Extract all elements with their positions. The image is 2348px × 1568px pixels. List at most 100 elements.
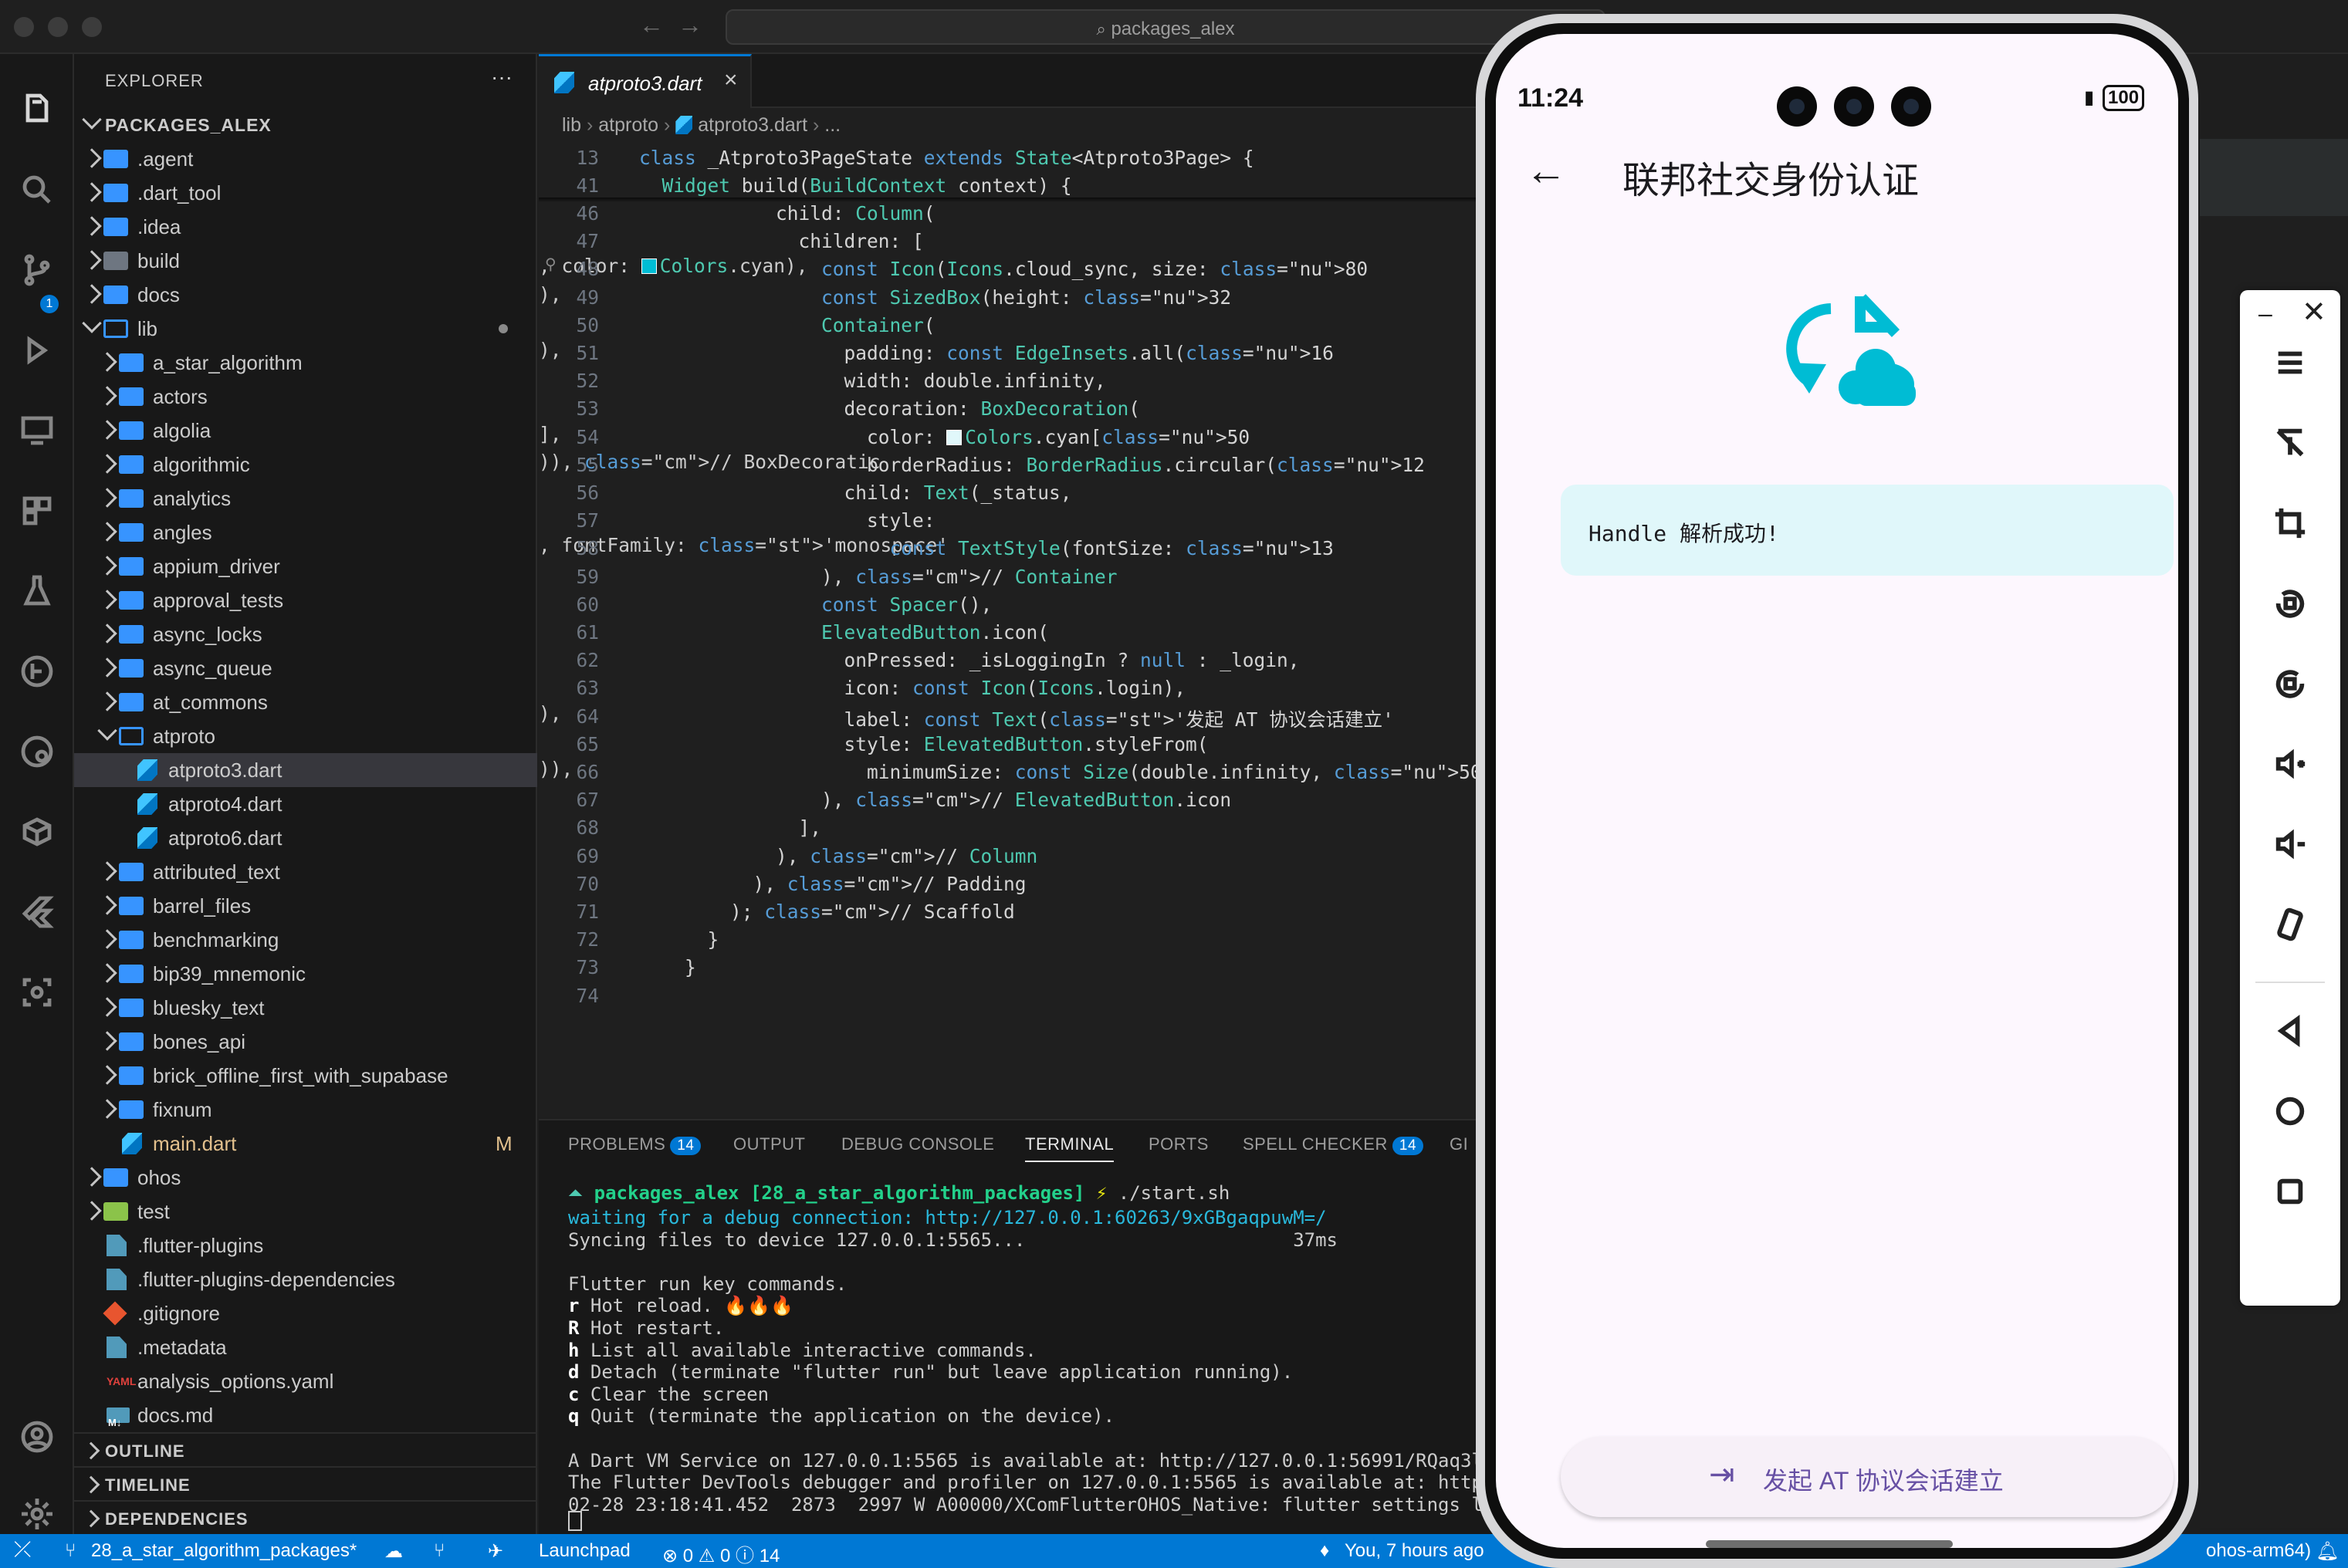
- run-debug-icon[interactable]: [17, 330, 57, 370]
- folder-item[interactable]: appium_driver: [74, 549, 537, 583]
- folder-item[interactable]: bones_api: [74, 1025, 537, 1059]
- rotate-right-icon[interactable]: [2259, 661, 2321, 707]
- panel-tab-terminal[interactable]: TERMINAL: [1025, 1134, 1115, 1162]
- zoom-window-button[interactable]: [82, 17, 102, 37]
- file-item[interactable]: atproto6.dart: [74, 821, 537, 855]
- problems-summary[interactable]: ⊗ 0 ⚠ 0 ⓘ 14: [662, 1540, 780, 1567]
- inspect-icon[interactable]: [17, 972, 57, 1012]
- code-line[interactable]: 65 style: ElevatedButton.styleFrom(: [539, 730, 1559, 758]
- sticky-scroll-line[interactable]: 41 Widget build(BuildContext context) {: [539, 171, 1559, 199]
- code-line[interactable]: 53 decoration: BoxDecoration(: [539, 394, 1559, 422]
- pull-request-icon[interactable]: ⑂: [434, 1540, 445, 1562]
- minimize-window-button[interactable]: [48, 17, 68, 37]
- nav-back-icon[interactable]: [2259, 1008, 2321, 1054]
- code-line[interactable]: 62 onPressed: _isLoggingIn ? null : _log…: [539, 646, 1559, 674]
- file-item[interactable]: YAML analysis_options.yaml: [74, 1364, 537, 1398]
- folder-item[interactable]: actors: [74, 380, 537, 414]
- folder-item[interactable]: fixnum: [74, 1093, 537, 1127]
- code-line[interactable]: 48 const Icon(Icons.cloud_sync, size: cl…: [539, 255, 1559, 282]
- folder-item[interactable]: async_queue: [74, 651, 537, 685]
- folder-item[interactable]: algorithmic: [74, 448, 537, 482]
- rotate-left-icon[interactable]: [2259, 580, 2321, 627]
- more-actions-icon[interactable]: ···: [491, 65, 513, 90]
- code-line[interactable]: 64 label: const Text(class="st">'发起 AT 协…: [539, 702, 1559, 731]
- code-line[interactable]: 57 style:: [539, 506, 1559, 534]
- remote-explorer-icon[interactable]: [17, 411, 57, 451]
- code-line[interactable]: 58 const TextStyle(fontSize: class="nu">…: [539, 534, 1559, 562]
- source-control-icon[interactable]: [17, 250, 57, 290]
- flutter-icon[interactable]: [17, 892, 57, 932]
- panel-tab-debug-console[interactable]: DEBUG CONSOLE: [841, 1134, 994, 1154]
- settings-gear-icon[interactable]: [17, 1494, 57, 1534]
- nav-recents-icon[interactable]: [2259, 1168, 2321, 1215]
- workspace-root[interactable]: PACKAGES_ALEX: [74, 108, 537, 142]
- git-graph-icon[interactable]: [17, 651, 57, 691]
- outline-section[interactable]: OUTLINE: [74, 1432, 537, 1466]
- folder-item[interactable]: atproto: [74, 719, 537, 753]
- code-line[interactable]: 68 ],: [539, 813, 1559, 841]
- close-icon[interactable]: ✕: [2302, 295, 2326, 329]
- folder-item[interactable]: build: [74, 244, 537, 278]
- code-line[interactable]: 46 child: Column(: [539, 199, 1559, 227]
- code-line[interactable]: 63 icon: const Icon(Icons.login),: [539, 674, 1559, 701]
- sticky-scroll-line[interactable]: 13 class _Atproto3PageState extends State…: [539, 144, 1559, 171]
- panel-tab-spell-checker[interactable]: SPELL CHECKER 14: [1243, 1134, 1424, 1155]
- back-arrow-icon[interactable]: ←: [639, 11, 664, 39]
- volume-down-icon[interactable]: [2259, 821, 2321, 867]
- containers-icon[interactable]: [17, 812, 57, 852]
- testing-icon[interactable]: [17, 571, 57, 611]
- volume-up-icon[interactable]: [2259, 741, 2321, 787]
- dependencies-section[interactable]: DEPENDENCIES: [74, 1500, 537, 1534]
- folder-item[interactable]: algolia: [74, 414, 537, 448]
- file-item[interactable]: .flutter-plugins-dependencies: [74, 1262, 537, 1296]
- folder-item[interactable]: bluesky_text: [74, 991, 537, 1025]
- start-session-button[interactable]: ⇥ 发起 AT 协议会话建立: [1561, 1437, 2174, 1517]
- code-line[interactable]: 54 color: Colors.cyan[class="nu">50],: [539, 423, 1559, 451]
- timeline-section[interactable]: TIMELINE: [74, 1466, 537, 1500]
- file-item[interactable]: M↓ docs.md: [74, 1398, 537, 1432]
- code-line[interactable]: 71 ); class="cm">// Scaffold: [539, 897, 1559, 925]
- code-line[interactable]: 72 }: [539, 925, 1559, 953]
- file-item[interactable]: .flutter-plugins: [74, 1228, 537, 1262]
- file-item[interactable]: atproto4.dart: [74, 787, 537, 821]
- command-center-search[interactable]: ⌕ packages_alex: [726, 9, 1605, 45]
- folder-item[interactable]: test: [74, 1195, 537, 1228]
- folder-item[interactable]: docs: [74, 278, 537, 312]
- file-item[interactable]: .gitignore: [74, 1296, 537, 1330]
- code-line[interactable]: 49 const SizedBox(height: class="nu">32)…: [539, 283, 1559, 311]
- file-item[interactable]: .metadata: [74, 1330, 537, 1364]
- screenshot-icon[interactable]: [2259, 901, 2321, 948]
- breadcrumb-lib[interactable]: lib: [562, 114, 581, 136]
- folder-item[interactable]: attributed_text: [74, 855, 537, 889]
- code-line[interactable]: 73 }: [539, 953, 1559, 981]
- gitlens-icon[interactable]: [17, 732, 57, 772]
- code-line[interactable]: 51 padding: const EdgeInsets.all(class="…: [539, 339, 1559, 367]
- code-line[interactable]: 70 ), class="cm">// Padding: [539, 870, 1559, 897]
- notifications-bell-icon[interactable]: 🔔︎: [2316, 1540, 2339, 1563]
- remote-indicator-icon[interactable]: ⤫: [14, 1537, 31, 1563]
- folder-item[interactable]: barrel_files: [74, 889, 537, 923]
- code-line[interactable]: 60 const Spacer(),: [539, 590, 1559, 618]
- sync-cloud-icon[interactable]: ☁: [384, 1540, 403, 1563]
- crop-icon[interactable]: [2259, 500, 2321, 546]
- folder-item[interactable]: .agent: [74, 142, 537, 176]
- folder-item[interactable]: at_commons: [74, 685, 537, 719]
- explorer-icon[interactable]: [17, 90, 57, 130]
- panel-tab-ports[interactable]: PORTS: [1149, 1134, 1209, 1154]
- panel-tab-output[interactable]: OUTPUT: [733, 1134, 805, 1154]
- panel-tab-problems[interactable]: PROBLEMS 14: [568, 1134, 702, 1155]
- folder-item[interactable]: brick_offline_first_with_supabase: [74, 1059, 537, 1093]
- breadcrumb-atproto[interactable]: atproto: [598, 114, 658, 136]
- minimize-icon[interactable]: –: [2258, 299, 2272, 328]
- code-line[interactable]: 66 minimumSize: const Size(double.infini…: [539, 758, 1559, 786]
- launchpad-button[interactable]: Launchpad: [539, 1540, 631, 1562]
- folder-item[interactable]: analytics: [74, 482, 537, 515]
- pin-off-icon[interactable]: [2259, 420, 2321, 466]
- extensions-icon[interactable]: [17, 491, 57, 531]
- folder-item[interactable]: a_star_algorithm: [74, 346, 537, 380]
- code-line[interactable]: 55 borderRadius: BorderRadius.circular(c…: [539, 451, 1559, 478]
- close-window-button[interactable]: [14, 17, 34, 37]
- home-indicator[interactable]: [1706, 1540, 1953, 1548]
- breadcrumb-more[interactable]: ...: [824, 114, 841, 136]
- code-line[interactable]: 67 ), class="cm">// ElevatedButton.icon: [539, 786, 1559, 813]
